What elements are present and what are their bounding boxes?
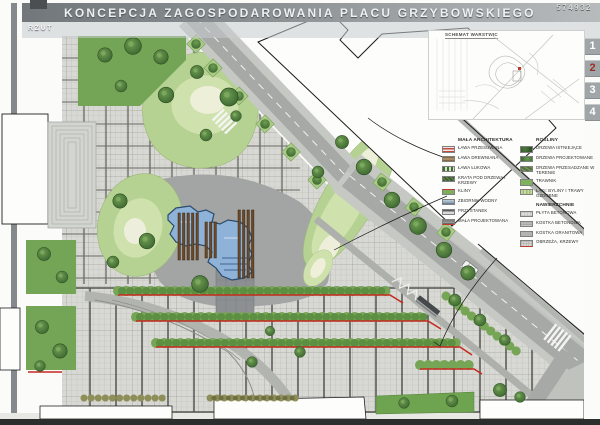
presentation-board: KONCEPCJA ZAGOSPODAROWANIA PLACU GRZYBOW… <box>0 0 600 425</box>
legend-item: KRATA POD DRZEWA I KRZEWY <box>442 176 518 186</box>
swatch-lawa-drewniana <box>442 156 455 163</box>
swatch-trawnik <box>520 179 533 186</box>
legend-column-plants-surfaces: ROŚLINY DRZEWA ISTNIEJĄCE DRZEWA PROJEKT… <box>520 138 600 250</box>
swatch-kostka-betonowa <box>520 221 533 228</box>
contour-sketch <box>429 31 584 119</box>
swatch-plyta-betonowa <box>520 211 533 218</box>
legend-item: DRZEWA PRZESADZANE W TERENIE <box>520 166 600 176</box>
bottom-bar <box>0 419 600 425</box>
swatch-krata <box>442 176 455 183</box>
swatch-zbiornik-wodny <box>442 199 455 206</box>
swatch-drzewa-istniejace <box>520 146 533 153</box>
legend-item: ŁAWA ŁUKOWA <box>442 166 518 173</box>
legend-item: TRAWNIK <box>520 179 600 186</box>
sheet-number: 574932 <box>556 3 592 12</box>
legend-header: MAŁA ARCHITEKTURA <box>458 138 518 143</box>
legend-header: ROŚLINY <box>536 138 600 143</box>
swatch-kostka-granitowa <box>520 231 533 238</box>
swatch-drzewa-przesadzane <box>520 166 533 173</box>
building-footprint <box>0 308 20 370</box>
lawn-strip <box>376 392 474 414</box>
title-bar: KONCEPCJA ZAGOSPODAROWANIA PLACU GRZYBOW… <box>22 3 600 22</box>
swatch-laki <box>520 189 533 196</box>
swatch-lawa-lukowa <box>442 166 455 173</box>
tab-4[interactable]: 4 <box>585 104 600 121</box>
contour-inset-panel: SCHEMAT WARSTWIC <box>428 30 585 120</box>
legend-item: PŁYTA BETONOWA <box>520 211 600 218</box>
legend-item: PRZYSTANEK <box>442 209 518 216</box>
tab-2[interactable]: 2 <box>585 60 600 77</box>
legend-item: KLINY <box>442 189 518 196</box>
legend-item: ŁAWA DREWNIANA <box>442 156 518 163</box>
tab-1[interactable]: 1 <box>585 38 600 55</box>
legend: MAŁA ARCHITEKTURA ŁAWA PRZESUWANA ŁAWA D… <box>438 136 600 278</box>
tab-3[interactable]: 3 <box>585 82 600 99</box>
view-label: RZUT <box>28 25 53 32</box>
swatch-przystanek <box>442 209 455 216</box>
legend-column-architecture: MAŁA ARCHITEKTURA ŁAWA PRZESUWANA ŁAWA D… <box>442 138 518 229</box>
legend-item: ŁĄKI: BYLINY I TRAWY OZDOBNE <box>520 189 600 199</box>
legend-item: ŁAWA PRZESUWANA <box>442 146 518 153</box>
legend-item: KOSTKA BETONOWA <box>520 221 600 228</box>
swatch-obrzeza <box>520 240 533 247</box>
swatch-kliny <box>442 189 455 196</box>
legend-item: DRZEWA PROJEKTOWANE <box>520 156 600 163</box>
amphitheater-steps <box>48 122 96 228</box>
legend-item: MAŁA PROJEKTOWANA <box>442 219 518 226</box>
page-title: KONCEPCJA ZAGOSPODAROWANIA PLACU GRZYBOW… <box>22 6 536 20</box>
swatch-drzewa-projektowane <box>520 156 533 163</box>
legend-item: OBRZEŻA, KRZEWY <box>520 240 600 247</box>
building-footprint <box>2 114 48 224</box>
legend-header: NAWIERZCHNIE <box>536 203 600 208</box>
swatch-lawa-przesuwana <box>442 146 455 153</box>
legend-item: KOSTKA GRANITOWA <box>520 231 600 238</box>
corner-chip <box>30 0 47 9</box>
swatch-mala-projektowana <box>442 219 455 226</box>
legend-item: ZBIORNIK WODNY <box>442 199 518 206</box>
legend-item: DRZEWA ISTNIEJĄCE <box>520 146 600 153</box>
